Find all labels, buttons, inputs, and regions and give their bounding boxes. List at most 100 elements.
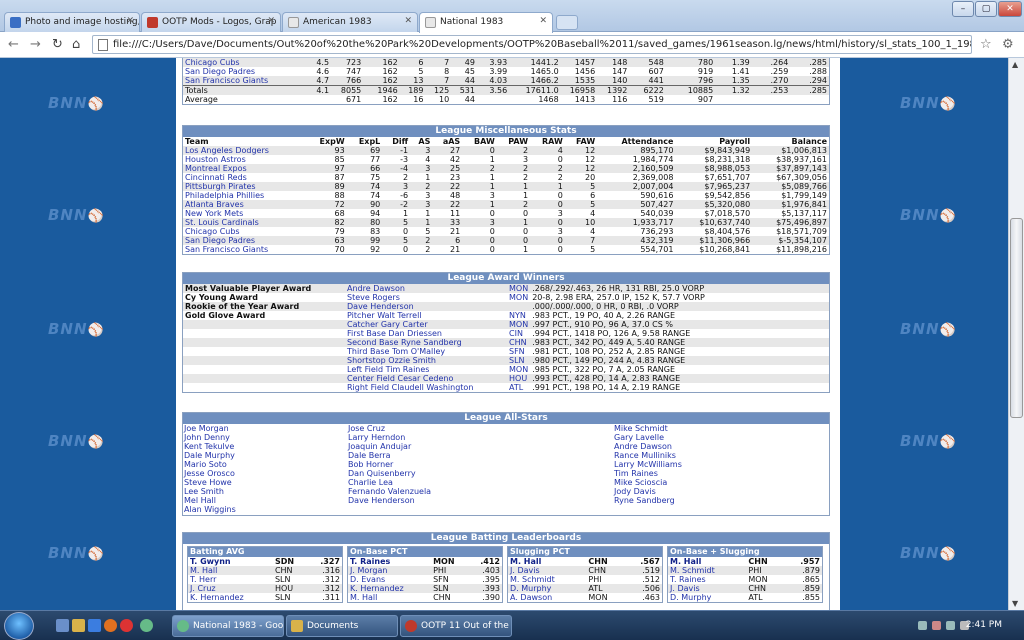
scroll-down-icon[interactable]: ▼ (1012, 599, 1018, 608)
team-link[interactable]: New York Mets (183, 209, 306, 218)
tab-ootp-mods[interactable]: OOTP Mods - Logos, Grap ✕ (141, 12, 281, 32)
team-abbr[interactable]: CHN (507, 338, 531, 347)
player-link[interactable]: J. Davis (668, 584, 747, 593)
tab-photo-hosting[interactable]: Photo and image hosting, ✕ (4, 12, 140, 32)
player-link[interactable]: T. Herr (188, 575, 273, 584)
bookmark-star-icon[interactable]: ☆ (980, 37, 992, 53)
team-abbr[interactable]: ATL (507, 383, 530, 392)
player-link[interactable]: J. Morgan (348, 566, 432, 575)
team-abbr[interactable]: CIN (507, 329, 530, 338)
close-icon[interactable]: ✕ (267, 16, 275, 26)
all-star-player-link[interactable]: Mike Scioscia (614, 478, 824, 487)
all-star-player-link[interactable]: Alan Wiggins (184, 505, 348, 514)
team-abbr[interactable]: MON (507, 365, 530, 374)
taskbar-item-documents[interactable]: Documents (286, 615, 398, 637)
player-link[interactable]: Catcher Gary Carter (345, 320, 507, 329)
player-link[interactable]: Second Base Ryne Sandberg (345, 338, 507, 347)
team-link[interactable]: Montreal Expos (183, 164, 306, 173)
all-star-player-link[interactable]: Mike Schmidt (614, 424, 824, 433)
tab-national-1983[interactable]: National 1983 ✕ (419, 12, 553, 33)
media-player-icon[interactable] (120, 619, 133, 632)
team-abbr[interactable] (507, 302, 531, 311)
player-link[interactable]: K. Hernandez (348, 584, 432, 593)
team-abbr[interactable]: SFN (507, 347, 530, 356)
maximize-button[interactable]: ▢ (975, 1, 997, 17)
wrench-menu-icon[interactable]: ⚙ (1002, 37, 1014, 53)
all-star-player-link[interactable]: Lee Smith (184, 487, 348, 496)
all-star-player-link[interactable]: Jesse Orosco (184, 469, 348, 478)
all-star-player-link[interactable]: Rance Mulliniks (614, 451, 824, 460)
player-link[interactable]: Pitcher Walt Terrell (345, 311, 507, 320)
scrollbar-thumb[interactable] (1010, 218, 1023, 418)
team-link[interactable]: Houston Astros (183, 155, 306, 164)
close-icon[interactable]: ✕ (539, 16, 547, 26)
chrome-icon[interactable] (140, 619, 153, 632)
player-link[interactable]: M. Hall (348, 593, 431, 602)
start-button[interactable] (4, 612, 34, 640)
team-link[interactable]: Cincinnati Reds (183, 173, 306, 182)
team-link[interactable]: Los Angeles Dodgers (183, 146, 306, 155)
team-link[interactable]: Philadelphia Phillies (183, 191, 306, 200)
team-link[interactable]: Pittsburgh Pirates (183, 182, 306, 191)
player-link[interactable]: T. Raines (348, 557, 431, 566)
player-link[interactable]: Third Base Tom O'Malley (345, 347, 507, 356)
all-star-player-link[interactable]: Dave Henderson (348, 496, 614, 505)
all-star-player-link[interactable]: Andre Dawson (614, 442, 824, 451)
team-abbr[interactable]: MON (507, 320, 531, 329)
player-link[interactable]: M. Hall (188, 566, 273, 575)
player-link[interactable]: Center Field Cesar Cedeno (345, 374, 507, 383)
player-link[interactable]: M. Hall (668, 557, 746, 566)
explorer-icon[interactable] (72, 619, 85, 632)
all-star-player-link[interactable]: Steve Howe (184, 478, 348, 487)
team-abbr[interactable]: SLN (507, 356, 531, 365)
team-name[interactable]: Chicago Cubs (183, 58, 302, 67)
player-link[interactable]: Dave Henderson (345, 302, 507, 311)
all-star-player-link[interactable]: Gary Lavelle (614, 433, 824, 442)
close-icon[interactable]: ✕ (126, 16, 134, 26)
all-star-player-link[interactable]: Joe Morgan (184, 424, 348, 433)
ie-icon[interactable] (88, 619, 101, 632)
back-icon[interactable]: ← (8, 37, 19, 53)
team-link[interactable]: San Diego Padres (183, 236, 306, 245)
firefox-icon[interactable] (104, 619, 117, 632)
all-star-player-link[interactable]: Dale Berra (348, 451, 614, 460)
player-link[interactable]: M. Hall (508, 557, 586, 566)
team-abbr[interactable]: NYN (507, 311, 530, 320)
minimize-button[interactable]: – (952, 1, 974, 17)
team-name[interactable]: San Diego Padres (183, 67, 301, 76)
all-star-player-link[interactable]: Tim Raines (614, 469, 824, 478)
all-star-player-link[interactable]: Charlie Lea (348, 478, 614, 487)
tray-icon[interactable] (918, 621, 927, 630)
all-star-player-link[interactable]: Dale Murphy (184, 451, 348, 460)
all-star-player-link[interactable]: Kent Tekulve (184, 442, 348, 451)
player-link[interactable]: Left Field Tim Raines (345, 365, 507, 374)
new-tab-button[interactable] (556, 15, 578, 30)
player-link[interactable]: D. Murphy (508, 584, 587, 593)
player-link[interactable]: A. Dawson (508, 593, 586, 602)
tab-american-1983[interactable]: American 1983 ✕ (282, 12, 418, 32)
player-link[interactable]: T. Gwynn (188, 557, 273, 566)
player-link[interactable]: Steve Rogers (345, 293, 507, 302)
player-link[interactable]: M. Schmidt (508, 575, 586, 584)
team-link[interactable]: St. Louis Cardinals (183, 218, 306, 227)
player-link[interactable]: M. Schmidt (668, 566, 747, 575)
all-star-player-link[interactable]: Jose Cruz (348, 424, 614, 433)
tray-icon[interactable] (932, 621, 941, 630)
close-icon[interactable]: ✕ (404, 16, 412, 26)
player-link[interactable]: T. Raines (668, 575, 746, 584)
team-abbr[interactable]: MON (507, 293, 530, 302)
all-star-player-link[interactable]: Joaquin Andujar (348, 442, 614, 451)
all-star-player-link[interactable]: Larry Herndon (348, 433, 614, 442)
player-link[interactable]: D. Evans (348, 575, 431, 584)
scroll-up-icon[interactable]: ▲ (1012, 60, 1018, 69)
all-star-player-link[interactable]: Larry McWilliams (614, 460, 824, 469)
close-window-button[interactable]: ✕ (998, 1, 1022, 17)
team-abbr[interactable]: HOU (507, 374, 531, 383)
all-star-player-link[interactable]: Bob Horner (348, 460, 614, 469)
reload-icon[interactable]: ↻ (52, 37, 63, 53)
player-link[interactable]: J. Cruz (188, 584, 273, 593)
player-link[interactable]: K. Hernandez (188, 593, 273, 602)
team-link[interactable]: Atlanta Braves (183, 200, 306, 209)
team-link[interactable]: San Francisco Giants (183, 245, 306, 254)
taskbar-item-ootp[interactable]: OOTP 11 Out of the ... (400, 615, 512, 637)
